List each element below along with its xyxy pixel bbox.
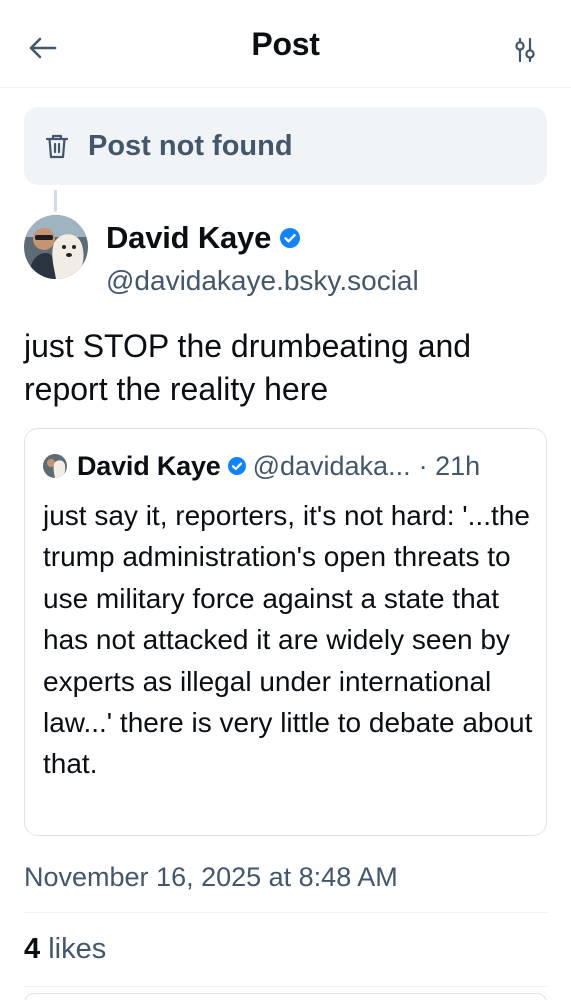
next-card-edge [24, 993, 547, 1000]
quoted-author-avatar [43, 454, 67, 478]
author-name-text: David Kaye [106, 220, 272, 255]
sliders-icon [515, 37, 535, 63]
likes-label: likes [48, 933, 107, 965]
quoted-post-header: David Kaye @davidaka... · 21h [43, 449, 533, 483]
verified-badge-icon [227, 457, 246, 475]
likes-count: 4 [24, 933, 41, 965]
likes-count-link[interactable]: 4 likes [24, 933, 106, 966]
quoted-post-time: · 21h [418, 450, 481, 481]
avatar-image [43, 454, 67, 478]
divider [24, 912, 547, 913]
not-found-label: Post not found [88, 129, 293, 162]
quoted-post-text: just say it, reporters, it's not hard: '… [43, 500, 533, 780]
author-handle[interactable]: @davidakaye.bsky.social [106, 265, 419, 297]
verified-badge-icon [280, 228, 301, 248]
avatar-image [24, 215, 88, 279]
quoted-author-name: David Kaye [77, 450, 221, 481]
post-page: Post Post not found David Kaye @davidaka… [0, 0, 571, 1000]
quoted-post-card[interactable]: David Kaye @davidaka... · 21h just say i… [24, 428, 547, 836]
trash-icon [45, 134, 69, 159]
page-title: Post [251, 26, 320, 62]
post-text: just STOP the drumbeating and report the… [24, 328, 472, 407]
top-bar: Post [0, 0, 571, 88]
divider [24, 986, 547, 987]
post-timestamp: November 16, 2025 at 8:48 AM [24, 862, 398, 892]
post-not-found-banner: Post not found [24, 107, 547, 185]
avatar[interactable] [24, 215, 88, 279]
thread-connector-line [54, 190, 57, 212]
quoted-author-handle: @davidaka... [252, 450, 411, 481]
author-name[interactable]: David Kaye [106, 220, 301, 256]
thread-settings-button[interactable] [505, 30, 545, 70]
